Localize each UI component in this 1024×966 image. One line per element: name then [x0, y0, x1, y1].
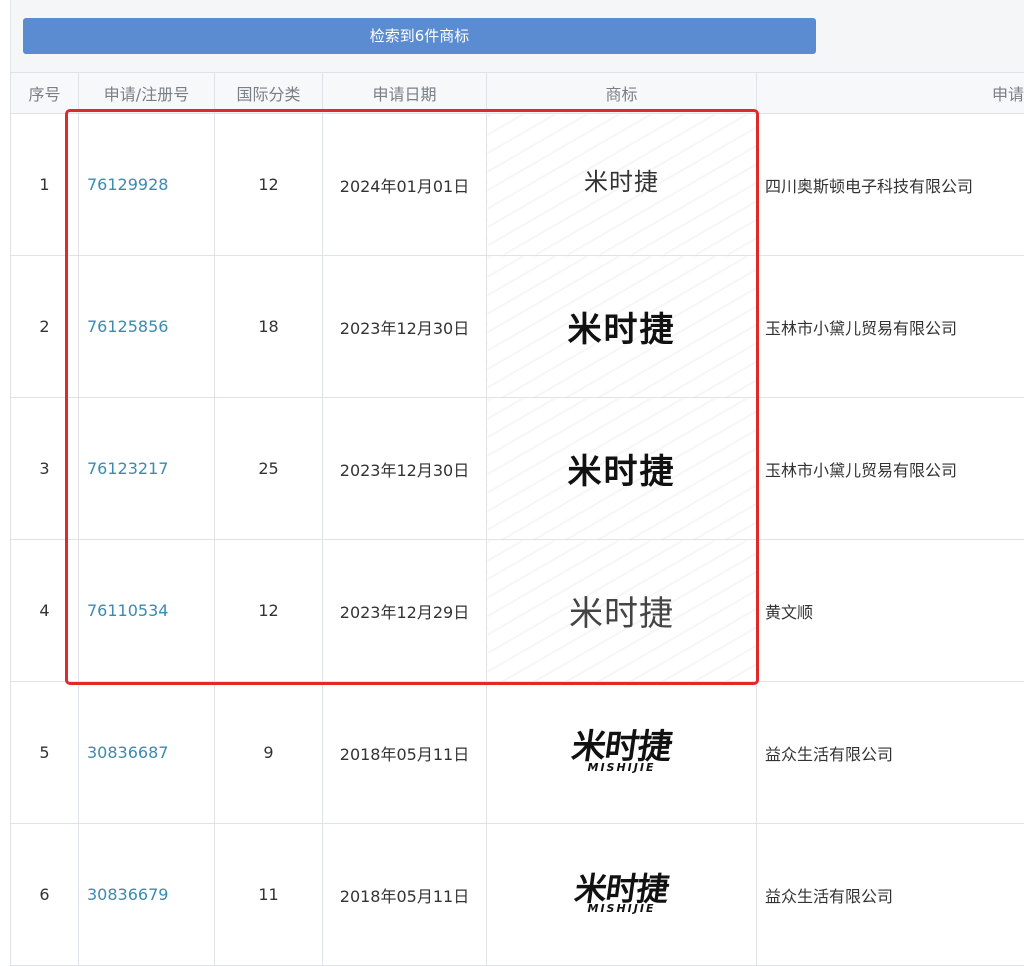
cell-seq: 2 [11, 256, 79, 398]
app-no-link[interactable]: 76129928 [87, 175, 168, 194]
cell-applicant: 益众生活有限公司 [757, 824, 1024, 966]
col-header-mark: 商标 [487, 73, 757, 114]
cell-intl-class: 9 [215, 682, 323, 824]
cell-app-date: 2023年12月29日 [323, 540, 487, 682]
cell-app-no: 76123217 [79, 398, 215, 540]
trademark-image: 米时捷 [568, 302, 676, 351]
cell-applicant: 四川奥斯顿电子科技有限公司 [757, 114, 1024, 256]
cell-seq: 6 [11, 824, 79, 966]
cell-app-date: 2023年12月30日 [323, 398, 487, 540]
app-no-link[interactable]: 76125856 [87, 317, 168, 336]
cell-intl-class: 12 [215, 114, 323, 256]
table-row: 2 76125856 18 2023年12月30日 米时捷 玉林市小黛儿贸易有限… [11, 256, 1024, 398]
cell-seq: 4 [11, 540, 79, 682]
cell-applicant: 玉林市小黛儿贸易有限公司 [757, 256, 1024, 398]
trademark-logo-image: 米时捷 MISHIJIE [575, 873, 668, 914]
cell-mark-image[interactable]: 米时捷 MISHIJIE [487, 682, 757, 824]
cell-app-no: 30836679 [79, 824, 215, 966]
table-row: 3 76123217 25 2023年12月30日 米时捷 玉林市小黛儿贸易有限… [11, 398, 1024, 540]
result-count-banner[interactable]: 检索到6件商标 [23, 18, 816, 54]
logo-chinese-text: 米时捷 [573, 873, 671, 905]
table-row: 5 30836687 9 2018年05月11日 米时捷 MISHIJIE 益众… [11, 682, 1024, 824]
cell-app-date: 2024年01月01日 [323, 114, 487, 256]
trademark-image: 米时捷 [584, 162, 659, 197]
cell-applicant: 益众生活有限公司 [757, 682, 1024, 824]
col-header-seq: 序号 [11, 73, 79, 114]
cell-intl-class: 25 [215, 398, 323, 540]
logo-chinese-text: 米时捷 [570, 730, 674, 764]
table-row: 6 30836679 11 2018年05月11日 米时捷 MISHIJIE 益… [11, 824, 1024, 966]
cell-mark-image[interactable]: 米时捷 [487, 540, 757, 682]
cell-app-no: 76125856 [79, 256, 215, 398]
cell-mark-image[interactable]: 米时捷 MISHIJIE [487, 824, 757, 966]
cell-app-date: 2018年05月11日 [323, 824, 487, 966]
app-no-link[interactable]: 76110534 [87, 601, 168, 620]
table-header-row: 序号 申请/注册号 国际分类 申请日期 商标 申请 [11, 73, 1024, 114]
cell-seq: 3 [11, 398, 79, 540]
table-row: 1 76129928 12 2024年01月01日 米时捷 四川奥斯顿电子科技有… [11, 114, 1024, 256]
cell-app-date: 2018年05月11日 [323, 682, 487, 824]
cell-seq: 5 [11, 682, 79, 824]
table-row: 4 76110534 12 2023年12月29日 米时捷 黄文顺 [11, 540, 1024, 682]
trademark-image: 米时捷 [568, 444, 676, 493]
cell-intl-class: 18 [215, 256, 323, 398]
cell-intl-class: 12 [215, 540, 323, 682]
app-no-link[interactable]: 30836679 [87, 885, 168, 904]
col-header-app-date[interactable]: 申请日期 [323, 73, 487, 114]
cell-app-no: 76129928 [79, 114, 215, 256]
cell-seq: 1 [11, 114, 79, 256]
cell-intl-class: 11 [215, 824, 323, 966]
cell-applicant: 黄文顺 [757, 540, 1024, 682]
cell-mark-image[interactable]: 米时捷 [487, 114, 757, 256]
trademark-logo-image: 米时捷 MISHIJIE [572, 730, 671, 773]
cell-app-no: 76110534 [79, 540, 215, 682]
app-no-link[interactable]: 76123217 [87, 459, 168, 478]
app-no-link[interactable]: 30836687 [87, 743, 168, 762]
col-header-intl-class[interactable]: 国际分类 [215, 73, 323, 114]
cell-mark-image[interactable]: 米时捷 [487, 256, 757, 398]
cell-applicant: 玉林市小黛儿贸易有限公司 [757, 398, 1024, 540]
trademark-image: 米时捷 [569, 586, 674, 635]
trademark-results-table: 序号 申请/注册号 国际分类 申请日期 商标 申请 1 76129928 12 … [10, 72, 1024, 966]
col-header-app-no[interactable]: 申请/注册号 [79, 73, 215, 114]
cell-mark-image[interactable]: 米时捷 [487, 398, 757, 540]
cell-app-no: 30836687 [79, 682, 215, 824]
cell-app-date: 2023年12月30日 [323, 256, 487, 398]
col-header-applicant: 申请 [757, 73, 1024, 114]
